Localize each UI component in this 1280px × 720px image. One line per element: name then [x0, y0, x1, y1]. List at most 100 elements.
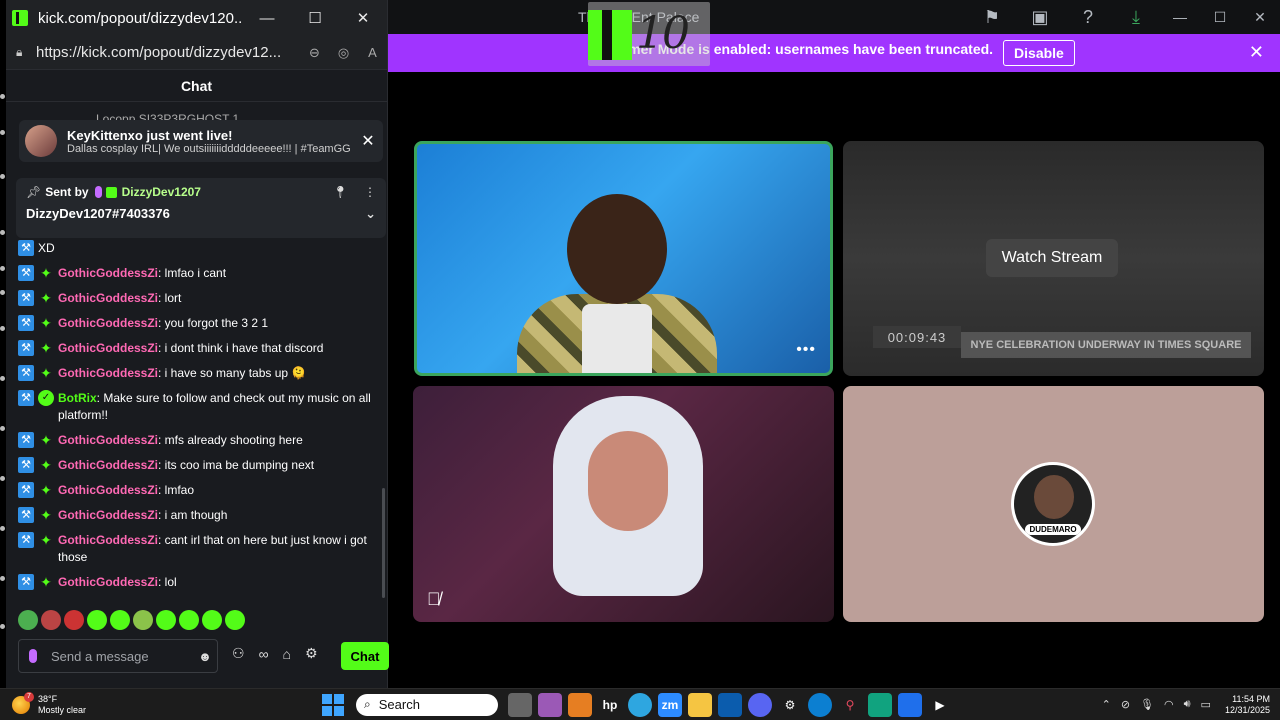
emote-icon[interactable]: [225, 610, 245, 630]
message-username[interactable]: BotRix: [58, 391, 97, 405]
wifi-icon[interactable]: ◠: [1164, 698, 1174, 711]
popout-minimize-button[interactable]: —: [243, 0, 291, 36]
battery-icon[interactable]: ▭: [1201, 698, 1211, 711]
close-notification-icon[interactable]: ✕: [353, 131, 383, 151]
copilot-icon[interactable]: [538, 692, 562, 717]
zoom-icon[interactable]: ⊖: [300, 45, 329, 61]
message-username[interactable]: GothicGoddessZi: [58, 291, 158, 305]
chat-message[interactable]: ⚒ ✦ GothicGoddessZi: you forgot the 3 2 1: [18, 315, 378, 332]
taskbar-clock[interactable]: 11:54 PM 12/31/2025: [1225, 694, 1270, 716]
discord-icon[interactable]: [748, 692, 772, 717]
emote-icon[interactable]: [18, 610, 38, 630]
message-username[interactable]: GothicGoddessZi: [58, 508, 158, 522]
message-username[interactable]: GothicGoddessZi: [58, 433, 158, 447]
chat-message[interactable]: ⚒ ✦ GothicGoddessZi: mfs already shooting …: [18, 432, 378, 449]
volume-icon[interactable]: 🔊︎: [1184, 698, 1191, 711]
emote-icon[interactable]: [202, 610, 222, 630]
zoom-app-icon[interactable]: zm: [658, 692, 682, 717]
chat-message[interactable]: ⚒ ✦ GothicGoddessZi: lol: [18, 574, 378, 591]
message-username[interactable]: GothicGoddessZi: [58, 316, 158, 330]
edge-icon[interactable]: [808, 692, 832, 717]
settings-gear-icon[interactable]: ⚙: [305, 645, 318, 662]
popout-maximize-button[interactable]: ☐: [291, 0, 339, 36]
android-app-icon[interactable]: [868, 692, 892, 717]
unpin-icon[interactable]: 📍︎: [333, 185, 348, 199]
weather-widget[interactable]: 38°F Mostly clear: [0, 691, 320, 716]
emote-icon[interactable]: [64, 610, 84, 630]
emoji-picker-icon[interactable]: ☻: [193, 649, 217, 664]
chat-message[interactable]: ⚒ ✓ BotRix: Make sure to follow and check …: [18, 390, 378, 424]
file-explorer-icon[interactable]: [688, 692, 712, 717]
popout-close-button[interactable]: ✕: [339, 0, 387, 36]
message-username[interactable]: GothicGoddessZi: [58, 575, 158, 589]
send-chat-button[interactable]: Chat: [341, 642, 389, 670]
video-tile-avatar[interactable]: DUDEMARO: [843, 386, 1264, 622]
chat-message[interactable]: ⚒ ✦ GothicGoddessZi: cant irl that on here…: [18, 532, 378, 566]
emote-icon[interactable]: [41, 610, 61, 630]
kicks-icon[interactable]: ⚇: [232, 645, 245, 662]
url-text[interactable]: https://kick.com/popout/dizzydev12...: [36, 44, 300, 61]
emote-icon[interactable]: [179, 610, 199, 630]
pinned-more-icon[interactable]: ⋮: [364, 185, 376, 199]
close-banner-icon[interactable]: ✕: [1249, 42, 1264, 63]
chat-scrollbar[interactable]: [382, 488, 385, 598]
emote-icon[interactable]: [87, 610, 107, 630]
message-composer[interactable]: Send a message ☻: [18, 639, 218, 673]
minimize-button[interactable]: —: [1160, 0, 1200, 34]
message-username[interactable]: GothicGoddessZi: [58, 266, 158, 280]
media-player-icon[interactable]: ▶: [928, 693, 952, 717]
task-view-icon[interactable]: [508, 692, 532, 717]
store-app-icon[interactable]: [718, 692, 742, 717]
pinned-message[interactable]: 📌︎ Sent by DizzyDev1207 📍︎ ⋮ DizzyDev120…: [16, 178, 386, 238]
chat-message[interactable]: ⚒ ✦ GothicGoddessZi: i have so many tabs u…: [18, 365, 378, 382]
address-bar[interactable]: 🔒︎ https://kick.com/popout/dizzydev12...…: [6, 36, 387, 70]
taskbar-search[interactable]: ⌕ Search: [356, 693, 498, 716]
emote-icon[interactable]: [110, 610, 130, 630]
live-notification[interactable]: KeyKittenxo just went live! Dallas cospl…: [19, 120, 383, 162]
hp-icon[interactable]: hp: [598, 693, 622, 717]
emote-icon[interactable]: [133, 610, 153, 630]
video-tile-participant[interactable]: 🎙̸: [413, 386, 834, 622]
chevron-down-icon[interactable]: ⌄: [365, 206, 376, 222]
video-tile-speaking[interactable]: •••: [414, 141, 833, 376]
message-username[interactable]: GothicGoddessZi: [58, 341, 158, 355]
message-username[interactable]: GothicGoddessZi: [58, 458, 158, 472]
microphone-icon[interactable]: 🎙︎: [1140, 698, 1154, 711]
pinned-username[interactable]: DizzyDev1207: [122, 185, 201, 199]
help-icon[interactable]: ?: [1064, 0, 1112, 34]
message-username[interactable]: GothicGoddessZi: [58, 366, 158, 380]
chat-message[interactable]: ⚒ XD: [18, 240, 378, 257]
message-username[interactable]: GothicGoddessZi: [58, 533, 158, 547]
video-tile-stream[interactable]: 00:09:43 NYE CELEBRATION UNDERWAY IN TIM…: [843, 141, 1264, 376]
chat-message[interactable]: ⚒ ✦ GothicGoddessZi: lmfao i cant: [18, 265, 378, 282]
start-button-icon[interactable]: [322, 693, 344, 716]
chrome-icon[interactable]: [628, 692, 652, 717]
chat-message[interactable]: ⚒ ✦ GothicGoddessZi: its coo ima be dumpin…: [18, 457, 378, 474]
steam-icon[interactable]: ⚙: [778, 693, 802, 717]
close-button[interactable]: ✕: [1240, 0, 1280, 34]
maximize-button[interactable]: ☐: [1200, 0, 1240, 34]
maps-icon[interactable]: ⚲: [838, 693, 862, 717]
more-options-icon[interactable]: •••: [796, 341, 816, 359]
chat-message[interactable]: ⚒ ✦ GothicGoddessZi: lmfao: [18, 482, 378, 499]
chat-message[interactable]: ⚒ ✦ GothicGoddessZi: lort: [18, 290, 378, 307]
disable-streamer-mode-button[interactable]: Disable: [1003, 40, 1075, 66]
store-icon[interactable]: ⌂: [283, 646, 291, 662]
watch-stream-button[interactable]: Watch Stream: [986, 239, 1118, 277]
network-off-icon[interactable]: ⊘: [1121, 698, 1130, 711]
tracking-prevention-icon[interactable]: ◎: [329, 45, 358, 61]
download-icon[interactable]: ⤓: [1112, 0, 1160, 34]
muted-mic-icon: 🎙̸: [427, 589, 441, 609]
flag-icon[interactable]: ⚑: [968, 0, 1016, 34]
snipping-tool-icon[interactable]: [898, 692, 922, 717]
message-username[interactable]: GothicGoddessZi: [58, 483, 158, 497]
read-aloud-icon[interactable]: A: [358, 45, 387, 60]
chevron-up-icon[interactable]: ⌃: [1102, 698, 1111, 711]
office-icon[interactable]: [568, 692, 592, 717]
chat-message[interactable]: ⚒ ✦ GothicGoddessZi: i dont think i have t…: [18, 340, 378, 357]
chat-message[interactable]: ⚒ ✦ GothicGoddessZi: i am though: [18, 507, 378, 524]
message-input[interactable]: Send a message: [51, 649, 193, 664]
infinity-icon[interactable]: ∞: [259, 646, 269, 662]
screen-record-icon[interactable]: ▣: [1016, 0, 1064, 34]
emote-icon[interactable]: [156, 610, 176, 630]
